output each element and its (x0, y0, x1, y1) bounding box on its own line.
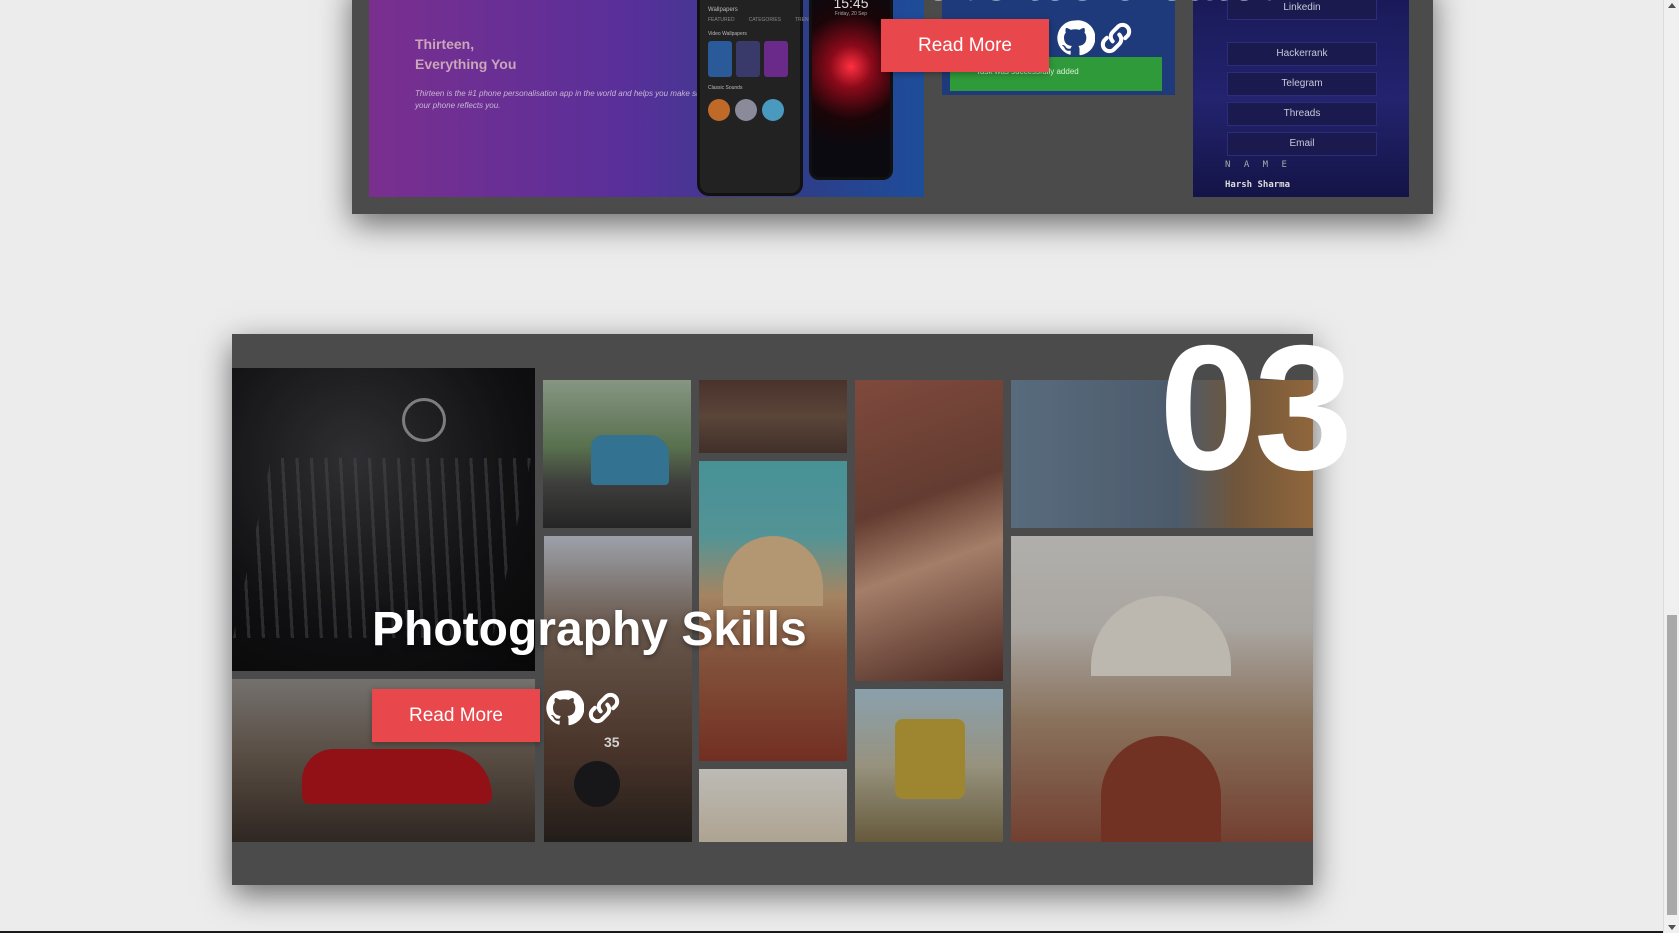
phone-header: Wallpapers (708, 7, 738, 13)
app-title-line1: Thirteen, (415, 36, 475, 52)
app-preview-description: Thirteen is the #1 phone personalisation… (415, 89, 708, 110)
link-threads: Threads (1227, 102, 1377, 126)
phone-section-video: Video Wallpapers (708, 31, 747, 37)
github-icon[interactable] (544, 688, 584, 728)
app-preview-title: Thirteen, Everything You (415, 34, 516, 74)
phone-tabs: FEATURED CATEGORIES TRENDING (700, 15, 821, 25)
link-hackerrank: Hackerrank (1227, 42, 1377, 66)
name-value: Harsh Sharma (1225, 180, 1291, 190)
photo-fort-balcony (855, 380, 1003, 681)
photo-robot-statue (855, 689, 1003, 842)
phone-circles (700, 93, 800, 127)
app-preview-image: Thirteen, Everything You Thirteen is the… (369, 0, 924, 197)
phone-tab: FEATURED (708, 17, 735, 23)
github-icon[interactable] (1055, 18, 1095, 58)
phone-section-classic: Classic Sounds (708, 85, 743, 91)
name-label: N A M E (1225, 160, 1291, 170)
links-preview-image: Linkedin Hackerrank Telegram Threads Ema… (1193, 0, 1409, 197)
photo-train (543, 380, 691, 528)
project-card-photography: 35 03 Photography Skills Read More (232, 308, 1353, 885)
photo-spire (699, 769, 847, 842)
link-icon[interactable] (1096, 18, 1136, 58)
project-card-websites: Thirteen, Everything You Thirteen is the… (352, 0, 1433, 214)
link-icon[interactable] (584, 688, 624, 728)
scrollbar-thumb[interactable] (1667, 615, 1677, 915)
photo-mosque (1011, 536, 1313, 842)
read-more-button-websites[interactable]: Read More (881, 19, 1049, 72)
scroll-up-arrow-icon[interactable] (1668, 3, 1676, 8)
phone-tab: CATEGORIES (748, 17, 781, 23)
phone-thumbs (700, 39, 800, 79)
project-number: 03 (1159, 308, 1353, 507)
app-title-line2: Everything You (415, 56, 517, 72)
page-scrollbar[interactable] (1663, 0, 1679, 933)
read-more-button-photography[interactable]: Read More (372, 689, 540, 742)
scroll-down-arrow-icon[interactable] (1668, 925, 1676, 930)
phone-mockup-wallpapers: Wallpapers FEATURED CATEGORIES TRENDING … (697, 0, 821, 196)
link-email: Email (1227, 132, 1377, 156)
photo-interior (699, 380, 847, 453)
link-telegram: Telegram (1227, 72, 1377, 96)
building-number: 35 (604, 734, 620, 750)
project-title-websites: Websites created (878, 0, 1288, 12)
project-title-photography: Photography Skills (372, 603, 807, 656)
